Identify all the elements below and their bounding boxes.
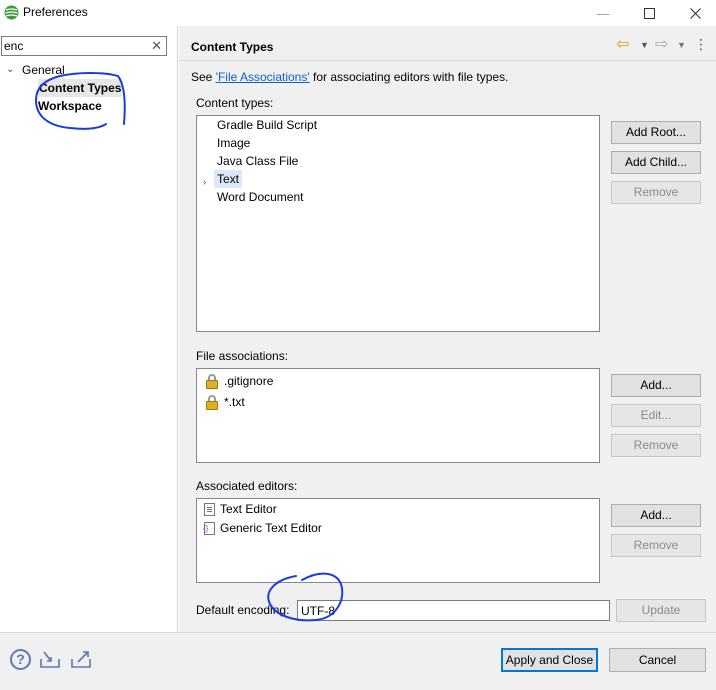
remove-content-type-button[interactable]: Remove <box>611 181 701 204</box>
editor-label: Text Editor <box>220 502 277 516</box>
help-icon[interactable]: ? <box>10 649 31 670</box>
filter-field[interactable]: ✕ <box>1 36 167 56</box>
clear-filter-icon[interactable]: ✕ <box>151 38 162 54</box>
file-association-item[interactable]: *.txt <box>205 392 245 412</box>
content-types-page: Content Types ⇦ ▼ ⇨ ▼ ⋮ See 'File Associ… <box>179 26 716 632</box>
header-divider <box>179 60 716 61</box>
file-associations-hint: See 'File Associations' for associating … <box>191 70 508 84</box>
back-dropdown-icon[interactable]: ▼ <box>640 40 649 50</box>
file-association-item[interactable]: .gitignore <box>205 371 273 391</box>
edit-file-association-button[interactable]: Edit... <box>611 404 701 427</box>
chevron-right-icon[interactable]: › <box>203 177 206 188</box>
minimize-icon: — <box>596 5 610 21</box>
forward-arrow-icon[interactable]: ⇨ <box>655 34 668 54</box>
text-editor-icon <box>204 503 215 516</box>
tree-item-general[interactable]: General <box>22 61 65 79</box>
add-child-button[interactable]: Add Child... <box>611 151 701 174</box>
add-root-button[interactable]: Add Root... <box>611 121 701 144</box>
back-arrow-icon[interactable]: ⇦ <box>616 34 629 54</box>
remove-editor-button[interactable]: Remove <box>611 534 701 557</box>
lock-icon <box>205 373 219 389</box>
content-type-item[interactable]: Image <box>217 134 250 152</box>
tree-item-workspace[interactable]: Workspace <box>38 97 102 115</box>
close-button[interactable] <box>672 0 716 26</box>
default-encoding-field[interactable] <box>297 600 610 621</box>
window-title: Preferences <box>23 5 88 19</box>
associated-editors-list[interactable]: Text Editor Generic Text Editor <box>196 498 600 583</box>
page-title: Content Types <box>191 40 274 54</box>
view-menu-icon[interactable]: ⋮ <box>694 36 708 53</box>
file-associations-list[interactable]: .gitignore *.txt <box>196 368 600 463</box>
export-icon[interactable] <box>70 649 94 669</box>
page-header: Content Types ⇦ ▼ ⇨ ▼ ⋮ <box>179 26 716 60</box>
file-associations-link[interactable]: 'File Associations' <box>216 70 310 84</box>
editor-label: Generic Text Editor <box>220 521 322 535</box>
hint-suffix: for associating editors with file types. <box>309 70 509 84</box>
apply-and-close-button[interactable]: Apply and Close <box>501 648 598 672</box>
chevron-down-icon[interactable]: ⌄ <box>6 64 14 75</box>
cancel-button[interactable]: Cancel <box>609 648 706 672</box>
file-association-label: .gitignore <box>224 374 274 388</box>
hint-prefix: See <box>191 70 216 84</box>
default-encoding-label: Default encoding: <box>196 603 290 617</box>
dialog-footer: ? Apply and Close Cancel <box>0 633 716 690</box>
import-icon[interactable] <box>39 649 63 669</box>
content-type-item[interactable]: Word Document <box>217 188 303 206</box>
preferences-navigation: ✕ ⌄ General Content Types Workspace <box>0 26 178 632</box>
tree-item-content-types[interactable]: Content Types <box>38 79 123 97</box>
title-bar: Preferences — <box>0 0 716 26</box>
maximize-icon <box>643 7 655 19</box>
lock-icon <box>205 394 219 410</box>
generic-editor-icon <box>203 522 215 535</box>
content-types-tree[interactable]: Gradle Build Script Image Java Class Fil… <box>196 115 600 332</box>
remove-file-association-button[interactable]: Remove <box>611 434 701 457</box>
file-association-label: *.txt <box>224 395 245 409</box>
update-encoding-button[interactable]: Update <box>616 599 706 622</box>
add-editor-button[interactable]: Add... <box>611 504 701 527</box>
content-type-item[interactable]: Gradle Build Script <box>217 116 317 134</box>
content-type-item[interactable]: Java Class File <box>217 152 298 170</box>
filter-input[interactable] <box>4 38 144 54</box>
forward-dropdown-icon[interactable]: ▼ <box>677 40 686 50</box>
eclipse-app-icon <box>4 5 19 20</box>
editor-item[interactable]: Text Editor <box>204 500 277 519</box>
minimize-button[interactable]: — <box>580 0 626 26</box>
close-icon <box>689 7 701 19</box>
content-type-item-selected[interactable]: Text <box>214 170 243 188</box>
content-types-label: Content types: <box>196 96 274 110</box>
maximize-button[interactable] <box>626 0 672 26</box>
add-file-association-button[interactable]: Add... <box>611 374 701 397</box>
default-encoding-input[interactable] <box>301 603 601 618</box>
associated-editors-label: Associated editors: <box>196 479 298 493</box>
editor-item[interactable]: Generic Text Editor <box>203 519 322 538</box>
file-associations-label: File associations: <box>196 349 289 363</box>
